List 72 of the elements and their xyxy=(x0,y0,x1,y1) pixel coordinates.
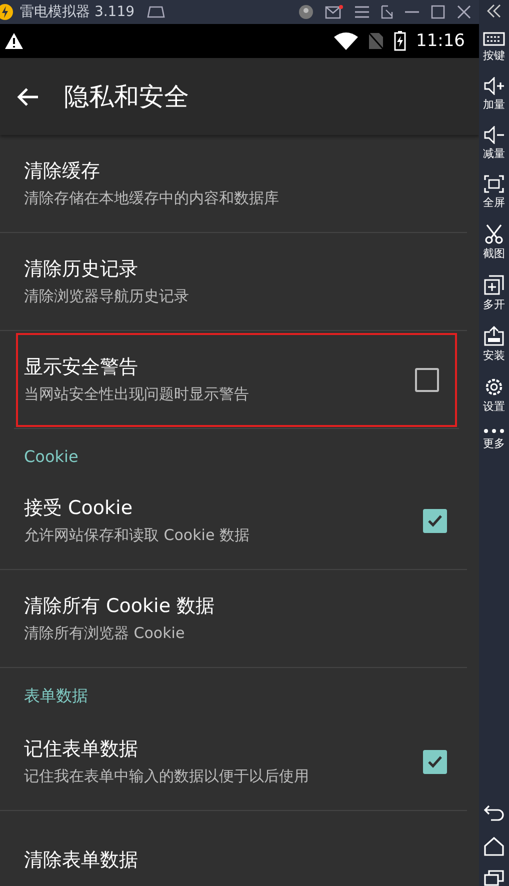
speaker-icon xyxy=(483,77,505,95)
tool-label: 全屏 xyxy=(483,195,505,210)
sidebar-tool[interactable]: 截图 xyxy=(483,224,505,261)
tool-label: 减量 xyxy=(483,146,505,161)
clock-time: 11:16 xyxy=(416,31,465,51)
checkmark-icon xyxy=(427,754,443,768)
checkmark-icon xyxy=(427,514,443,528)
more-icon xyxy=(483,428,505,434)
fullscreen-icon xyxy=(484,175,504,193)
preference-summary: 清除所有浏览器 Cookie xyxy=(24,623,186,644)
home-icon[interactable] xyxy=(483,836,505,856)
sidebar-tool[interactable]: 加量 xyxy=(483,77,505,112)
sidebar-tool[interactable]: 全屏 xyxy=(483,175,505,210)
tool-label: 截图 xyxy=(483,246,505,261)
tool-label: 安装 xyxy=(483,348,505,363)
preference-summary: 记住我在表单中输入的数据以便于以后使用 xyxy=(24,766,310,787)
preference-item[interactable]: 清除历史记录 清除浏览器导航历史记录 xyxy=(0,233,467,331)
tool-label: 按键 xyxy=(483,48,505,63)
scissors-icon xyxy=(484,224,504,244)
preference-item[interactable]: 接受 Cookie 允许网站保存和读取 Cookie 数据 xyxy=(0,472,467,570)
preference-item[interactable]: 清除表单数据 xyxy=(0,811,467,886)
preference-title: 清除缓存 xyxy=(24,159,101,184)
speaker-icon xyxy=(483,126,505,144)
section-header: Cookie xyxy=(23,446,80,468)
sidebar-tool[interactable]: 设置 xyxy=(483,377,505,414)
tool-label: 更多 xyxy=(483,436,505,451)
back-icon[interactable] xyxy=(483,804,505,822)
add-window-icon xyxy=(484,275,504,295)
preference-summary: 当网站安全性出现问题时显示警告 xyxy=(24,384,250,405)
recent-apps-icon[interactable] xyxy=(484,870,504,886)
menu-icon[interactable] xyxy=(355,6,369,18)
tool-label: 设置 xyxy=(483,399,505,414)
emulator-title: 雷电模拟器 3.119 xyxy=(20,3,135,21)
checkbox[interactable] xyxy=(415,368,439,392)
tool-label: 加量 xyxy=(483,97,505,112)
preference-title: 记住表单数据 xyxy=(24,737,139,762)
preference-title: 清除历史记录 xyxy=(24,257,139,282)
preference-item[interactable]: 记住表单数据 记住我在表单中输入的数据以便于以后使用 xyxy=(0,713,467,811)
preference-item[interactable]: 清除缓存 清除存储在本地缓存中的内容和数据库 xyxy=(0,135,467,233)
preference-item[interactable]: 显示安全警告 当网站安全性出现问题时显示警告 xyxy=(14,331,459,429)
preference-summary: 允许网站保存和读取 Cookie 数据 xyxy=(24,525,250,546)
warning-icon xyxy=(4,32,24,50)
sidebar-tool[interactable]: 安装 xyxy=(483,326,505,363)
close-icon[interactable] xyxy=(457,5,471,19)
battery-icon xyxy=(394,31,406,51)
preference-title: 清除表单数据 xyxy=(24,848,139,872)
resize-icon[interactable] xyxy=(381,5,393,19)
section-header: 表单数据 xyxy=(23,685,89,707)
sidebar-tool[interactable]: 减量 xyxy=(483,126,505,161)
tool-label: 多开 xyxy=(483,297,505,312)
collapse-chevron-icon[interactable] xyxy=(487,4,501,18)
package-upload-icon xyxy=(484,326,504,346)
settings-icon xyxy=(484,377,504,397)
preference-summary: 清除浏览器导航历史记录 xyxy=(24,286,190,307)
preference-summary: 清除存储在本地缓存中的内容和数据库 xyxy=(24,188,280,209)
checkbox[interactable] xyxy=(423,508,447,532)
sidebar-tool[interactable]: 更多 xyxy=(483,428,505,451)
sidebar-tool[interactable]: 按键 xyxy=(483,32,505,63)
back-arrow-icon[interactable] xyxy=(16,86,40,106)
preference-title: 显示安全警告 xyxy=(24,355,139,380)
preference-title: 清除所有 Cookie 数据 xyxy=(24,594,216,619)
maximize-icon[interactable] xyxy=(431,5,445,19)
checkbox[interactable] xyxy=(423,750,447,774)
page-title: 隐私和安全 xyxy=(64,81,189,113)
wifi-icon xyxy=(334,32,358,50)
preference-title: 接受 Cookie xyxy=(24,496,134,521)
avatar-icon[interactable] xyxy=(299,5,313,19)
no-sim-icon xyxy=(368,32,384,50)
mail-icon[interactable] xyxy=(325,5,343,19)
preference-item[interactable]: 清除所有 Cookie 数据 清除所有浏览器 Cookie xyxy=(0,570,467,668)
keyboard-icon xyxy=(483,32,505,46)
sidebar-tool[interactable]: 多开 xyxy=(483,275,505,312)
